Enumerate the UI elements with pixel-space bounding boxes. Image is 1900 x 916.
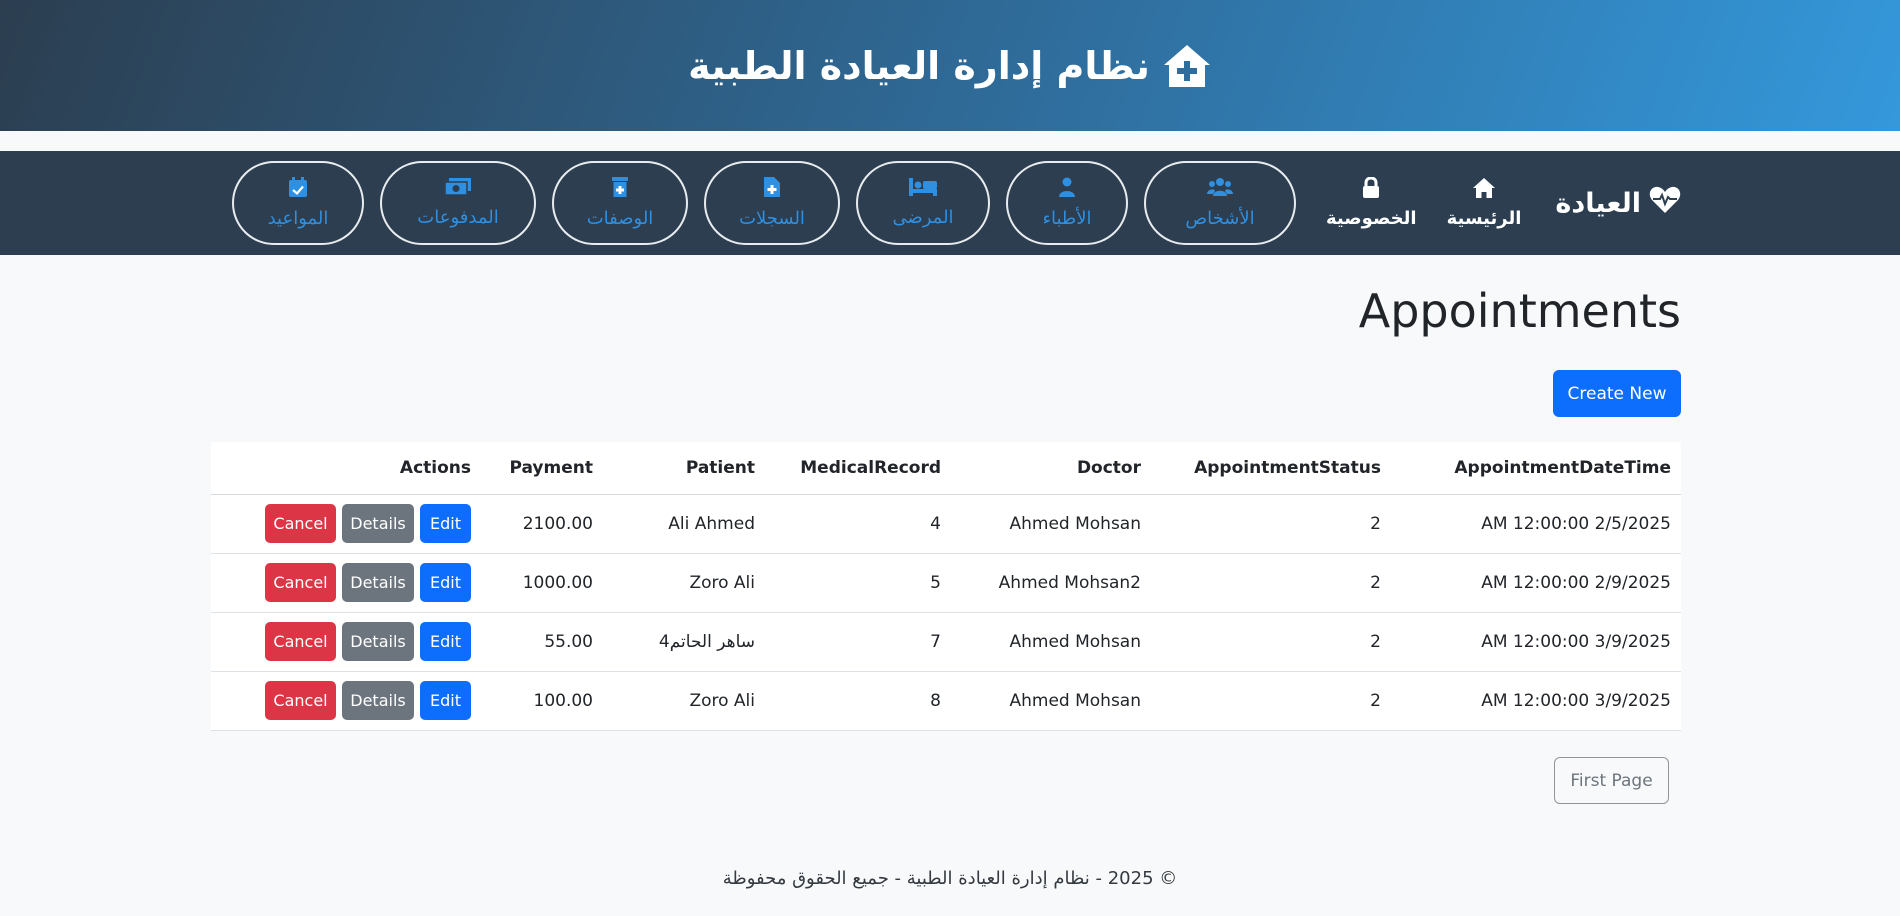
doctor-icon: [1058, 177, 1076, 208]
cell-payment: 55.00: [481, 612, 603, 672]
table-header-row: AppointmentDateTime AppointmentStatus Do…: [211, 442, 1681, 495]
cell-doctor: Ahmed Mohsan2: [951, 553, 1151, 613]
nav-home-label: الرئيسية: [1446, 208, 1522, 229]
nav-people-label: الأشخاص: [1185, 208, 1255, 229]
app-header: نظام إدارة العيادة الطبية: [0, 0, 1900, 131]
header-doctor: Doctor: [951, 442, 1151, 495]
cell-datetime: AM 12:00:00 3/9/2025: [1391, 612, 1681, 672]
cell-patient: Ali Ahmed: [603, 494, 765, 554]
cell-payment: 1000.00: [481, 553, 603, 613]
nav-payments-label: المدفوعات: [417, 207, 499, 228]
cell-status: 2: [1151, 612, 1391, 672]
cell-patient: ساهر الحاتم4: [603, 612, 765, 672]
users-icon: [1207, 177, 1233, 208]
header-payment: Payment: [481, 442, 603, 495]
cancel-button[interactable]: Cancel: [265, 504, 336, 543]
cell-datetime: AM 12:00:00 3/9/2025: [1391, 671, 1681, 731]
house-medical-icon: [1162, 43, 1212, 89]
cancel-button[interactable]: Cancel: [265, 622, 336, 661]
app-title: نظام إدارة العيادة الطبية: [688, 43, 1150, 88]
cancel-button[interactable]: Cancel: [265, 681, 336, 720]
bed-icon: [909, 178, 937, 207]
cell-patient: Zoro Ali: [603, 671, 765, 731]
header-actions: Actions: [211, 442, 481, 495]
header-datetime: AppointmentDateTime: [1391, 442, 1681, 495]
nav-payments[interactable]: المدفوعات: [380, 161, 536, 245]
nav-patients-label: المرضى: [892, 207, 954, 228]
brand-label: العيادة: [1555, 187, 1641, 219]
nav-patients[interactable]: المرضى: [856, 161, 990, 245]
cell-medical-record: 7: [765, 612, 951, 672]
lock-icon: [1361, 176, 1381, 208]
prescription-bottle-icon: [612, 177, 628, 208]
main-nav: العيادة الرئيسية الخصوصية الأشخاص الأطبا…: [0, 151, 1900, 255]
nav-records[interactable]: السجلات: [704, 161, 840, 245]
cell-doctor: Ahmed Mohsan: [951, 612, 1151, 672]
appointments-table: AppointmentDateTime AppointmentStatus Do…: [211, 442, 1681, 731]
nav-privacy[interactable]: الخصوصية: [1326, 176, 1417, 229]
home-icon: [1472, 177, 1496, 208]
cell-actions: Cancel Details Edit: [211, 553, 481, 613]
header-status: AppointmentStatus: [1151, 442, 1391, 495]
table-row: AM 12:00:00 2/9/2025 2 Ahmed Mohsan2 5 Z…: [211, 553, 1681, 613]
page-title: Appointments: [1358, 284, 1681, 338]
table-row: AM 12:00:00 2/5/2025 2 Ahmed Mohsan 4 Al…: [211, 494, 1681, 554]
details-button[interactable]: Details: [342, 622, 414, 661]
edit-button[interactable]: Edit: [420, 622, 471, 661]
calendar-check-icon: [289, 177, 307, 208]
cell-actions: Cancel Details Edit: [211, 671, 481, 731]
cancel-button[interactable]: Cancel: [265, 563, 336, 602]
cell-payment: 100.00: [481, 671, 603, 731]
cell-status: 2: [1151, 553, 1391, 613]
cell-medical-record: 8: [765, 671, 951, 731]
nav-people[interactable]: الأشخاص: [1144, 161, 1296, 245]
details-button[interactable]: Details: [342, 563, 414, 602]
table-row: AM 12:00:00 3/9/2025 2 Ahmed Mohsan 7 سا…: [211, 612, 1681, 672]
cell-status: 2: [1151, 671, 1391, 731]
table-row: AM 12:00:00 3/9/2025 2 Ahmed Mohsan 8 Zo…: [211, 671, 1681, 731]
cell-doctor: Ahmed Mohsan: [951, 494, 1151, 554]
nav-doctors-label: الأطباء: [1042, 208, 1092, 229]
money-icon: [444, 178, 471, 207]
nav-prescriptions[interactable]: الوصفات: [552, 161, 688, 245]
cell-payment: 2100.00: [481, 494, 603, 554]
page-footer: © 2025 - نظام إدارة العيادة الطبية - جمي…: [722, 868, 1178, 889]
details-button[interactable]: Details: [342, 681, 414, 720]
create-new-button[interactable]: Create New: [1553, 370, 1681, 417]
edit-button[interactable]: Edit: [420, 504, 471, 543]
brand-link[interactable]: العيادة: [1555, 186, 1681, 221]
file-medical-icon: [764, 177, 780, 208]
details-button[interactable]: Details: [342, 504, 414, 543]
heart-pulse-icon: [1649, 186, 1681, 221]
header-patient: Patient: [603, 442, 765, 495]
nav-records-label: السجلات: [739, 208, 805, 229]
cell-patient: Zoro Ali: [603, 553, 765, 613]
edit-button[interactable]: Edit: [420, 563, 471, 602]
cell-actions: Cancel Details Edit: [211, 494, 481, 554]
cell-datetime: AM 12:00:00 2/9/2025: [1391, 553, 1681, 613]
nav-home[interactable]: الرئيسية: [1446, 177, 1522, 229]
edit-button[interactable]: Edit: [420, 681, 471, 720]
cell-doctor: Ahmed Mohsan: [951, 671, 1151, 731]
nav-prescriptions-label: الوصفات: [586, 208, 654, 229]
first-page-button[interactable]: First Page: [1554, 757, 1669, 804]
cell-status: 2: [1151, 494, 1391, 554]
cell-actions: Cancel Details Edit: [211, 612, 481, 672]
header-medical-record: MedicalRecord: [765, 442, 951, 495]
nav-privacy-label: الخصوصية: [1326, 208, 1417, 229]
nav-doctors[interactable]: الأطباء: [1006, 161, 1128, 245]
cell-datetime: AM 12:00:00 2/5/2025: [1391, 494, 1681, 554]
cell-medical-record: 4: [765, 494, 951, 554]
nav-appointments[interactable]: المواعيد: [232, 161, 364, 245]
cell-medical-record: 5: [765, 553, 951, 613]
nav-appointments-label: المواعيد: [267, 208, 329, 229]
